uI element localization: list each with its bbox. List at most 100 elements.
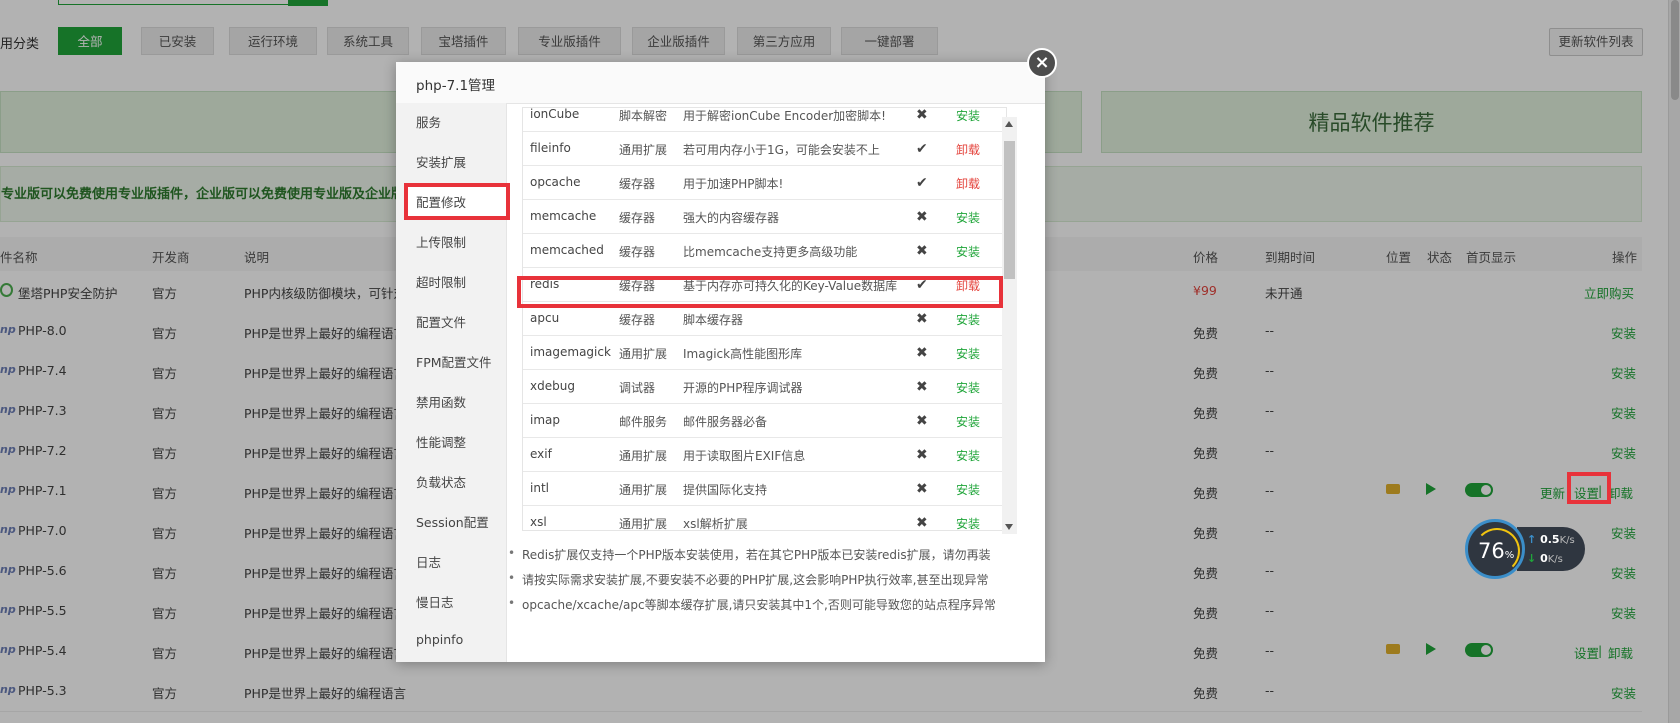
modal-nav-item[interactable]: 服务 — [416, 112, 441, 131]
install-extension-link[interactable]: 安装 — [956, 243, 980, 260]
modal-nav-item[interactable]: 配置修改 — [416, 192, 466, 211]
upload-unit: K/s — [1559, 535, 1575, 546]
install-extension-link[interactable]: 安装 — [956, 345, 980, 362]
uninstall-extension-link[interactable]: 卸载 — [956, 175, 980, 192]
extension-type: 调试器 — [619, 381, 656, 395]
modal-nav-item[interactable]: 性能调整 — [416, 432, 466, 451]
modal-nav-item[interactable]: 日志 — [416, 552, 441, 571]
modal-nav-item[interactable]: 禁用函数 — [416, 392, 466, 411]
modal-nav-item[interactable]: 慢日志 — [416, 592, 454, 611]
extension-desc: 脚本缓存器 — [683, 313, 744, 327]
extension-name: xdebug — [530, 379, 575, 393]
gauge-value: 76 — [1478, 539, 1505, 563]
tip-item: Redis扩展仅支持一个PHP版本安装使用，若在其它PHP版本已安装redis扩… — [508, 546, 991, 563]
download-speed: ↓ 0K/s — [1527, 552, 1563, 565]
install-extension-link[interactable]: 安装 — [956, 515, 980, 530]
extension-row: xsl 通用扩展 xsl解析扩展 ✖ 安装 — [523, 506, 1006, 531]
extension-row: imagemagick 通用扩展 Imagick高性能图形库 ✖ 安装 — [523, 336, 1006, 370]
cross-icon: ✖ — [916, 345, 928, 361]
extension-desc: xsl解析扩展 — [683, 517, 748, 531]
install-extension-link[interactable]: 安装 — [956, 481, 980, 498]
extension-name: memcached — [530, 243, 604, 257]
php-manage-modal: php-7.1管理 × 服务安装扩展配置修改上传限制超时限制配置文件 FPM配置文… — [396, 48, 1057, 662]
install-extension-link[interactable]: 安装 — [956, 209, 980, 226]
extension-type: 缓存器 — [619, 245, 656, 259]
modal-header: php-7.1管理 — [396, 62, 1045, 104]
extension-desc: 邮件服务器必备 — [683, 415, 768, 429]
close-icon[interactable]: × — [1027, 48, 1057, 78]
cross-icon: ✖ — [916, 311, 928, 327]
extension-desc: 开源的PHP程序调试器 — [683, 381, 803, 395]
cross-icon: ✖ — [916, 107, 928, 123]
modal-nav-item[interactable]: phpinfo — [416, 632, 463, 647]
modal-nav-item[interactable]: Session配置 — [416, 512, 489, 531]
install-extension-link[interactable]: 安装 — [956, 311, 980, 328]
extension-desc: 强大的内容缓存器 — [683, 211, 780, 225]
extension-desc: 提供国际化支持 — [683, 483, 768, 497]
extension-type: 邮件服务 — [619, 415, 668, 429]
cross-icon: ✖ — [916, 413, 928, 429]
modal-nav-item[interactable]: 安装扩展 — [416, 152, 466, 171]
install-extension-link[interactable]: 安装 — [956, 413, 980, 430]
upload-speed: ↑ 0.5K/s — [1527, 533, 1575, 546]
scroll-down-icon[interactable] — [1005, 524, 1013, 530]
extension-name: imap — [530, 413, 560, 427]
extension-desc: 用于加速PHP脚本! — [683, 177, 784, 191]
network-monitor[interactable]: ↑ 0.5K/s ↓ 0K/s 76% — [1465, 519, 1585, 581]
modal-nav-item[interactable]: 负载状态 — [416, 472, 466, 491]
modal-nav-item[interactable]: FPM配置文件 — [416, 352, 492, 371]
extension-row: opcache 缓存器 用于加速PHP脚本! ✔ 卸载 — [523, 166, 1006, 200]
extension-desc: 若可用内存小于1G，可能会安装不上 — [683, 143, 880, 157]
extension-name: imagemagick — [530, 345, 611, 359]
extension-name: exif — [530, 447, 552, 461]
cpu-gauge: 76% — [1465, 519, 1525, 579]
extension-type: 通用扩展 — [619, 517, 668, 531]
extension-name: memcache — [530, 209, 597, 223]
extension-row: memcache 缓存器 强大的内容缓存器 ✖ 安装 — [523, 200, 1006, 234]
extension-row: fileinfo 通用扩展 若可用内存小于1G，可能会安装不上 ✔ 卸载 — [523, 132, 1006, 166]
extension-name: apcu — [530, 311, 560, 325]
cross-icon: ✖ — [916, 379, 928, 395]
install-extension-link[interactable]: 安装 — [956, 108, 980, 124]
cross-icon: ✖ — [916, 481, 928, 497]
scroll-up-icon[interactable] — [1005, 121, 1013, 127]
cross-icon: ✖ — [916, 515, 928, 531]
extensions-scrollbar-thumb[interactable] — [1004, 141, 1015, 279]
modal-nav-item[interactable]: 配置文件 — [416, 312, 466, 331]
extension-type: 缓存器 — [619, 211, 656, 225]
extension-row: ionCube 脚本解密 用于解密ionCube Encoder加密脚本! ✖ 安装 — [523, 107, 1006, 132]
extensions-table: ionCube 脚本解密 用于解密ionCube Encoder加密脚本! ✖ 安装 fi… — [522, 107, 1007, 531]
tip-item: opcache/xcache/apc等脚本缓存扩展,请只安装其中1个,否则可能导… — [508, 596, 996, 613]
extension-row: exif 通用扩展 用于读取图片EXIF信息 ✖ 安装 — [523, 438, 1006, 472]
extension-row: xdebug 调试器 开源的PHP程序调试器 ✖ 安装 — [523, 370, 1006, 404]
cross-icon: ✖ — [916, 447, 928, 463]
settings-highlight-box — [1567, 472, 1611, 504]
modal-nav-item[interactable]: 超时限制 — [416, 272, 466, 291]
extension-desc: 用于解密ionCube Encoder加密脚本! — [683, 109, 886, 123]
extension-type: 通用扩展 — [619, 449, 668, 463]
install-extension-link[interactable]: 安装 — [956, 447, 980, 464]
extension-type: 缓存器 — [619, 177, 656, 191]
modal-side-nav: 服务安装扩展配置修改上传限制超时限制配置文件 FPM配置文件 禁用函数性能调整负载状… — [396, 103, 510, 662]
extension-name: ionCube — [530, 107, 580, 121]
redis-highlight-box — [517, 276, 1003, 308]
uninstall-extension-link[interactable]: 卸载 — [956, 141, 980, 158]
gauge-percent: 76% — [1478, 539, 1514, 563]
extension-row: imap 邮件服务 邮件服务器必备 ✖ 安装 — [523, 404, 1006, 438]
modal-title: php-7.1管理 — [416, 78, 496, 94]
extension-desc: Imagick高性能图形库 — [683, 347, 803, 361]
extension-row: intl 通用扩展 提供国际化支持 ✖ 安装 — [523, 472, 1006, 506]
check-icon: ✔ — [916, 141, 928, 157]
extension-name: fileinfo — [530, 141, 571, 155]
extension-type: 通用扩展 — [619, 483, 668, 497]
extensions-scrollbar[interactable] — [1002, 117, 1017, 534]
cross-icon: ✖ — [916, 243, 928, 259]
modal-nav-item[interactable]: 上传限制 — [416, 232, 466, 251]
extension-type: 缓存器 — [619, 313, 656, 327]
extension-row: memcached 缓存器 比memcache支持更多高级功能 ✖ 安装 — [523, 234, 1006, 268]
extension-desc: 用于读取图片EXIF信息 — [683, 449, 806, 463]
install-extension-link[interactable]: 安装 — [956, 379, 980, 396]
upload-value: 0.5 — [1540, 533, 1560, 546]
tip-item: 请按实际需求安装扩展,不要安装不必要的PHP扩展,这会影响PHP执行效率,甚至出… — [508, 571, 988, 588]
cross-icon: ✖ — [916, 209, 928, 225]
